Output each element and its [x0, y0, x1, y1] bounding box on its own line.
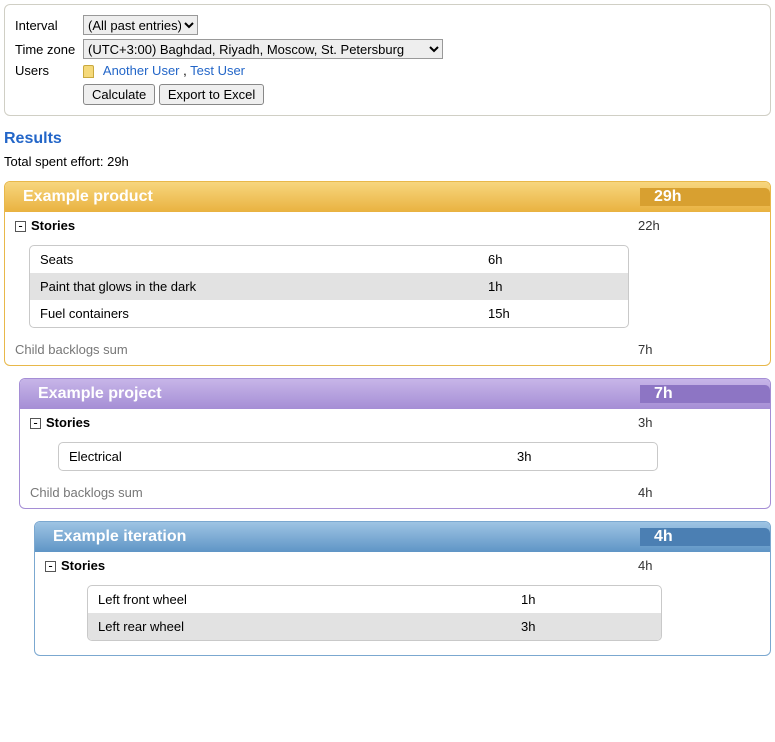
filter-form: Interval (All past entries) Time zone (U… — [4, 4, 771, 116]
interval-select[interactable]: (All past entries) — [83, 15, 198, 35]
backlog-title: Example project — [38, 385, 162, 403]
backlog-title: Example product — [23, 188, 153, 206]
backlog-title: Example iteration — [53, 528, 186, 546]
story-row: Paint that glows in the dark1h — [30, 273, 628, 300]
user-link-1[interactable]: Another User — [103, 63, 180, 78]
backlog-product: Example product 29h -Stories 22h Seats6h… — [4, 181, 771, 366]
collapse-icon[interactable]: - — [45, 561, 56, 572]
user-icon — [83, 65, 94, 78]
users-label: Users — [15, 63, 83, 78]
story-table: Seats6h Paint that glows in the dark1h F… — [29, 245, 629, 328]
stories-total: 4h — [638, 558, 756, 573]
stories-total: 22h — [638, 218, 756, 233]
total-effort: Total spent effort: 29h — [4, 154, 771, 169]
timezone-select[interactable]: (UTC+3:00) Baghdad, Riyadh, Moscow, St. … — [83, 39, 443, 59]
backlog-total: 7h — [640, 385, 770, 403]
results-heading: Results — [4, 130, 771, 148]
backlog-project: Example project 7h -Stories 3h Electrica… — [19, 378, 771, 509]
story-row: Electrical3h — [59, 443, 657, 470]
interval-label: Interval — [15, 18, 83, 33]
story-row: Left rear wheel3h — [88, 613, 661, 640]
story-row: Seats6h — [30, 246, 628, 273]
child-sum-label: Child backlogs sum — [30, 485, 143, 500]
backlog-total: 4h — [640, 528, 770, 546]
stories-label: Stories — [46, 415, 90, 430]
calculate-button[interactable]: Calculate — [83, 84, 155, 105]
child-sum-value: 4h — [638, 485, 756, 500]
story-row: Fuel containers15h — [30, 300, 628, 327]
story-row: Left front wheel1h — [88, 586, 661, 613]
stories-total: 3h — [638, 415, 756, 430]
backlog-total: 29h — [640, 188, 770, 206]
child-sum-value: 7h — [638, 342, 756, 357]
collapse-icon[interactable]: - — [15, 221, 26, 232]
child-sum-label: Child backlogs sum — [15, 342, 128, 357]
stories-label: Stories — [61, 558, 105, 573]
story-table: Electrical3h — [58, 442, 658, 471]
timezone-label: Time zone — [15, 42, 83, 57]
collapse-icon[interactable]: - — [30, 418, 41, 429]
backlog-iteration: Example iteration 4h -Stories 4h Left fr… — [34, 521, 771, 656]
user-separator: , — [180, 63, 191, 78]
user-link-2[interactable]: Test User — [190, 63, 245, 78]
stories-label: Stories — [31, 218, 75, 233]
export-button[interactable]: Export to Excel — [159, 84, 264, 105]
story-table: Left front wheel1h Left rear wheel3h — [87, 585, 662, 641]
